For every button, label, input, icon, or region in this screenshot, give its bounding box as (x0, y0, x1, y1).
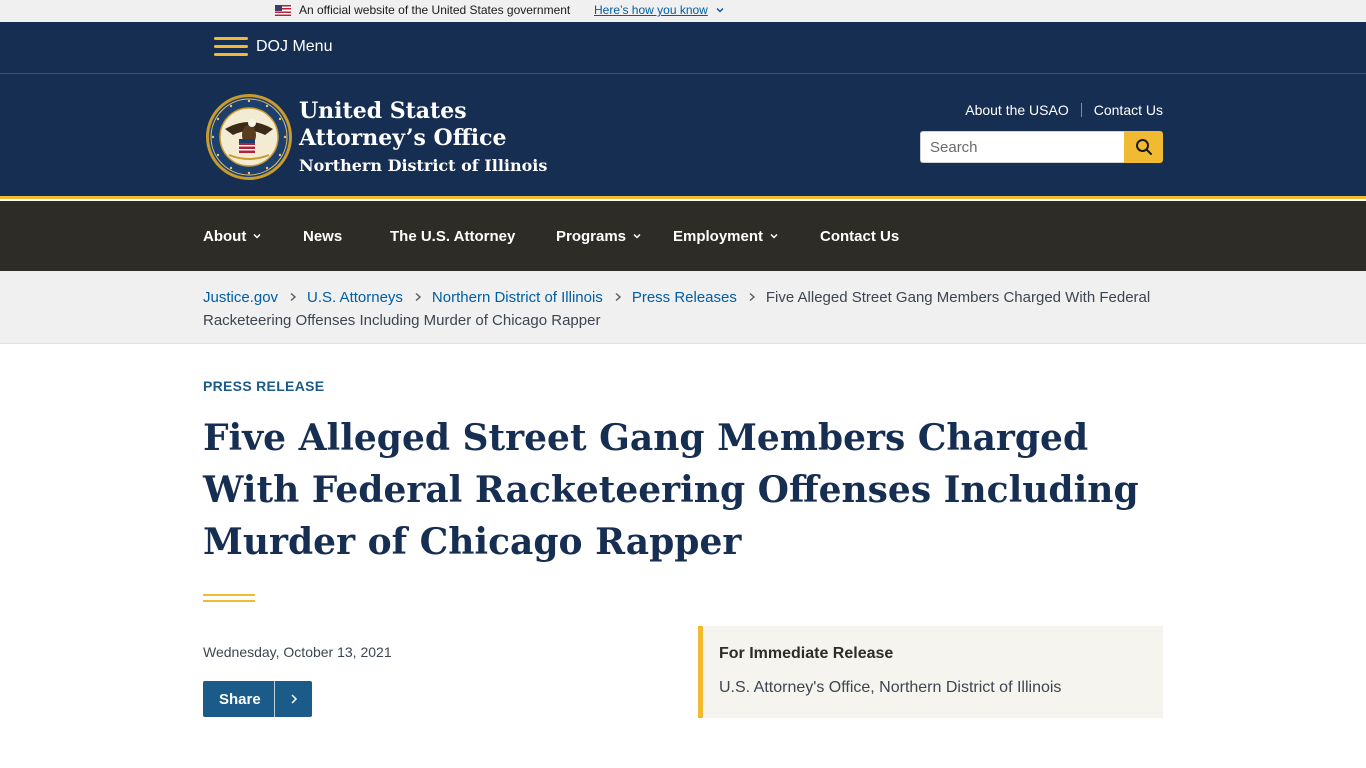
hamburger-icon[interactable] (214, 35, 248, 59)
how-you-know-link[interactable]: Here’s how you know (594, 3, 708, 17)
about-usao-link[interactable]: About the USAO (965, 102, 1069, 118)
chevron-down-icon[interactable] (632, 231, 642, 241)
doj-menu-button[interactable]: DOJ Menu (214, 32, 332, 62)
office-title-district[interactable]: Northern District of Illinois (299, 155, 547, 177)
nav-item-us-attorney[interactable]: The U.S. Attorney (390, 201, 515, 271)
breadcrumb: Justice.gov U.S. Attorneys Northern Distri… (203, 286, 1163, 332)
chevron-right-icon (415, 292, 421, 302)
search-input[interactable] (920, 131, 1124, 163)
release-box-office: U.S. Attorney's Office, Northern Distric… (719, 679, 1062, 696)
nav-item-label[interactable]: Employment (673, 228, 763, 245)
chevron-right-icon (290, 292, 297, 302)
chevron-right-icon (615, 292, 621, 302)
title-divider (203, 594, 255, 602)
breadcrumb-bar: Justice.gov U.S. Attorneys Northern Distri… (0, 271, 1366, 344)
release-info-box: For Immediate Release U.S. Attorney's Of… (698, 626, 1163, 718)
search-form (920, 131, 1163, 163)
nav-item-label[interactable]: Contact Us (820, 228, 899, 245)
chevron-right-icon (749, 292, 755, 302)
site-header: United States Attorney’s Office Northern… (0, 74, 1366, 199)
nav-item-contact-us[interactable]: Contact Us (820, 201, 899, 271)
us-flag-icon (275, 5, 291, 16)
chevron-down-icon[interactable] (714, 4, 726, 16)
nav-item-label[interactable]: About (203, 228, 246, 245)
share-divider (274, 681, 275, 717)
page-title: Five Alleged Street Gang Members Charged… (203, 417, 1139, 563)
office-title-line2[interactable]: Attorney’s Office (299, 125, 547, 152)
share-button[interactable]: Share (203, 681, 312, 717)
official-site-text: An official website of the United States… (299, 3, 571, 17)
doj-menu-bar: DOJ Menu (0, 22, 1366, 74)
nav-item-label[interactable]: News (303, 228, 342, 245)
nav-item-programs[interactable]: Programs (556, 201, 642, 271)
gov-banner: An official website of the United States… (0, 0, 1366, 22)
nav-item-news[interactable]: News (303, 201, 342, 271)
press-release-label: PRESS RELEASE (203, 378, 325, 394)
share-button-label[interactable]: Share (203, 691, 274, 708)
breadcrumb-link-us-attorneys[interactable]: U.S. Attorneys (307, 289, 403, 306)
doj-menu-label[interactable]: DOJ Menu (256, 38, 332, 56)
search-button[interactable] (1124, 131, 1163, 163)
chevron-right-icon[interactable] (289, 693, 299, 705)
office-title[interactable]: United States Attorney’s Office Northern… (299, 98, 547, 177)
search-icon[interactable] (1135, 138, 1153, 156)
share-expand[interactable] (275, 693, 312, 705)
doj-seal-icon[interactable] (205, 93, 293, 181)
utility-links: About the USAO Contact Us (965, 102, 1163, 118)
release-box-title: For Immediate Release (719, 645, 894, 662)
breadcrumb-link-press-releases[interactable]: Press Releases (632, 289, 737, 306)
utility-divider (1080, 103, 1082, 117)
nav-item-label[interactable]: The U.S. Attorney (390, 228, 515, 245)
main-nav: About News The U.S. Attorney Programs Em… (0, 201, 1366, 271)
breadcrumb-link-district[interactable]: Northern District of Illinois (432, 289, 603, 306)
nav-item-about[interactable]: About (203, 201, 262, 271)
office-title-line1[interactable]: United States (299, 98, 547, 125)
contact-us-link[interactable]: Contact Us (1094, 102, 1163, 118)
release-date: Wednesday, October 13, 2021 (203, 644, 392, 660)
nav-item-employment[interactable]: Employment (673, 201, 779, 271)
chevron-down-icon[interactable] (252, 231, 262, 241)
nav-item-label[interactable]: Programs (556, 228, 626, 245)
breadcrumb-link-justice[interactable]: Justice.gov (203, 289, 278, 306)
chevron-down-icon[interactable] (769, 231, 779, 241)
